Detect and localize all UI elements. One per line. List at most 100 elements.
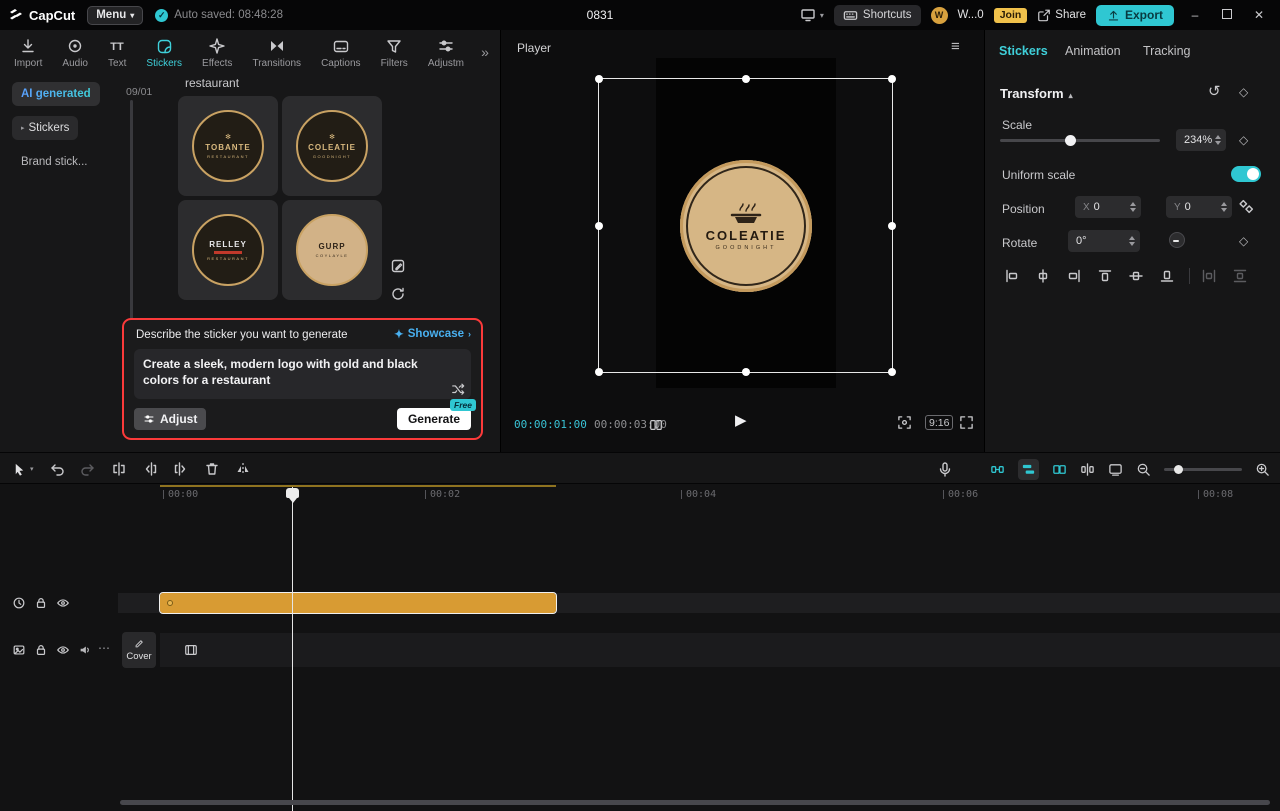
align-center-vertical-button[interactable] <box>1124 266 1148 286</box>
tab-stickers[interactable]: Stickers <box>136 35 192 69</box>
tab-inspector-tracking[interactable]: Tracking <box>1143 44 1190 58</box>
player-menu-button[interactable]: ≡ <box>951 38 960 55</box>
playhead-handle[interactable] <box>286 488 299 498</box>
mirror-button[interactable] <box>235 461 251 477</box>
undo-button[interactable] <box>49 461 65 477</box>
scale-slider-thumb[interactable] <box>1065 135 1076 146</box>
focus-frame-button[interactable] <box>897 415 912 430</box>
sidebar-item-stickers[interactable]: ▸ Stickers <box>12 116 78 140</box>
menu-button[interactable]: Menu▾ <box>87 6 143 25</box>
rotate-dial[interactable] <box>1169 232 1185 248</box>
record-voiceover-button[interactable] <box>937 461 953 477</box>
align-left-button[interactable] <box>1000 266 1024 286</box>
generate-button[interactable]: Generate Free <box>397 408 471 430</box>
keyframe-rotate-icon[interactable]: ◇ <box>1239 234 1248 248</box>
regenerate-button[interactable] <box>390 286 406 302</box>
sidebar-item-ai-generated[interactable]: AI generated <box>12 82 100 106</box>
scale-value-field[interactable]: 234% <box>1176 129 1226 151</box>
preview-axis-button[interactable] <box>1080 462 1095 477</box>
stepper-icon[interactable] <box>1130 202 1136 212</box>
timeline-zoom-slider[interactable] <box>1164 468 1242 471</box>
scale-slider[interactable] <box>1000 139 1160 142</box>
distribute-horizontal-button[interactable] <box>1197 266 1221 286</box>
minimize-button[interactable]: – <box>1184 8 1206 22</box>
tab-transitions[interactable]: Transitions <box>242 35 311 69</box>
align-bottom-button[interactable] <box>1155 266 1179 286</box>
uniform-scale-toggle[interactable] <box>1231 166 1261 182</box>
play-button[interactable]: ▶ <box>735 411 747 429</box>
shortcuts-button[interactable]: Shortcuts <box>834 5 921 26</box>
maximize-button[interactable] <box>1216 8 1238 22</box>
selection-handle[interactable] <box>595 75 603 83</box>
zoom-out-button[interactable] <box>1136 462 1151 477</box>
tab-effects[interactable]: Effects <box>192 35 242 69</box>
aspect-ratio-button[interactable]: 9:16 <box>925 415 953 430</box>
shuffle-prompt-button[interactable] <box>451 382 465 396</box>
delete-left-button[interactable] <box>142 461 158 477</box>
stepper-icon[interactable] <box>1129 236 1135 246</box>
select-tool-button[interactable]: ▾ <box>12 462 34 477</box>
fullscreen-button[interactable] <box>959 415 974 430</box>
align-center-horizontal-button[interactable] <box>1031 266 1055 286</box>
selection-handle[interactable] <box>888 222 896 230</box>
export-button[interactable]: Export <box>1096 5 1174 26</box>
close-button[interactable]: ✕ <box>1248 8 1270 22</box>
sticker-thumbnail-3[interactable]: RELLEY RESTAURANT <box>178 200 278 300</box>
sidebar-item-brand-stickers[interactable]: Brand stick... <box>12 150 96 174</box>
track-duration-button[interactable] <box>12 596 26 610</box>
position-x-field[interactable]: X0 <box>1075 196 1141 218</box>
main-track-magnet-button[interactable] <box>990 462 1005 477</box>
tab-inspector-animation[interactable]: Animation <box>1065 44 1121 58</box>
align-right-button[interactable] <box>1062 266 1086 286</box>
adjust-button[interactable]: Adjust <box>134 408 206 430</box>
transform-section-header[interactable]: Transform▴ <box>1000 86 1073 101</box>
share-button[interactable]: Share <box>1037 8 1086 22</box>
more-tabs-button[interactable]: » <box>474 44 496 60</box>
sticker-clip[interactable] <box>160 593 556 613</box>
render-preview-button[interactable] <box>1108 462 1123 477</box>
display-mode-button[interactable]: ▾ <box>800 7 824 23</box>
playhead-line[interactable] <box>292 487 293 811</box>
timeline-scrollbar[interactable] <box>120 800 1270 805</box>
track-lock-button[interactable] <box>34 596 48 610</box>
selection-handle[interactable] <box>742 368 750 376</box>
preview-quality-button[interactable] <box>649 418 663 432</box>
delete-right-button[interactable] <box>173 461 189 477</box>
selection-handle[interactable] <box>888 368 896 376</box>
prompt-input[interactable]: Create a sleek, modern logo with gold an… <box>134 349 471 399</box>
main-track-mute-button[interactable] <box>78 643 92 657</box>
sticker-thumbnail-4[interactable]: GURP COYLAYLE <box>282 200 382 300</box>
linked-selection-button[interactable] <box>1052 462 1067 477</box>
stepper-icon[interactable] <box>1221 202 1227 212</box>
keyframe-scale-icon[interactable]: ◇ <box>1239 133 1248 147</box>
tab-inspector-stickers[interactable]: Stickers <box>999 44 1048 58</box>
tab-import[interactable]: Import <box>4 35 52 69</box>
list-scrollbar[interactable] <box>130 100 133 338</box>
sticker-thumbnail-2[interactable]: ✻ COLEATIE GOODNIGHT <box>282 96 382 196</box>
reset-transform-button[interactable]: ↺ <box>1208 82 1221 100</box>
main-track-lane[interactable] <box>160 633 1280 667</box>
zoom-slider-thumb[interactable] <box>1174 465 1183 474</box>
stepper-icon[interactable] <box>1215 135 1221 145</box>
redo-button[interactable] <box>80 461 96 477</box>
keyframe-position-icon[interactable] <box>1238 198 1255 215</box>
tab-audio[interactable]: Audio <box>52 35 98 69</box>
edit-sticker-button[interactable] <box>390 258 406 274</box>
distribute-vertical-button[interactable] <box>1228 266 1252 286</box>
auto-snap-button[interactable] <box>1018 459 1039 480</box>
sticker-thumbnail-1[interactable]: ✻ TOBANTE RESTAURANT <box>178 96 278 196</box>
selection-box[interactable] <box>598 78 893 373</box>
rotate-value-field[interactable]: 0° <box>1068 230 1140 252</box>
selection-handle[interactable] <box>888 75 896 83</box>
position-y-field[interactable]: Y0 <box>1166 196 1232 218</box>
selection-handle[interactable] <box>742 75 750 83</box>
zoom-in-button[interactable] <box>1255 462 1270 477</box>
join-button[interactable]: Join <box>994 8 1028 23</box>
tab-captions[interactable]: Captions <box>311 35 371 69</box>
selection-handle[interactable] <box>595 368 603 376</box>
align-top-button[interactable] <box>1093 266 1117 286</box>
main-track-more-button[interactable]: ⋯ <box>98 641 111 655</box>
tab-adjustment[interactable]: Adjustm <box>418 35 474 69</box>
main-track-lock-button[interactable] <box>34 643 48 657</box>
avatar[interactable]: W <box>931 7 948 24</box>
